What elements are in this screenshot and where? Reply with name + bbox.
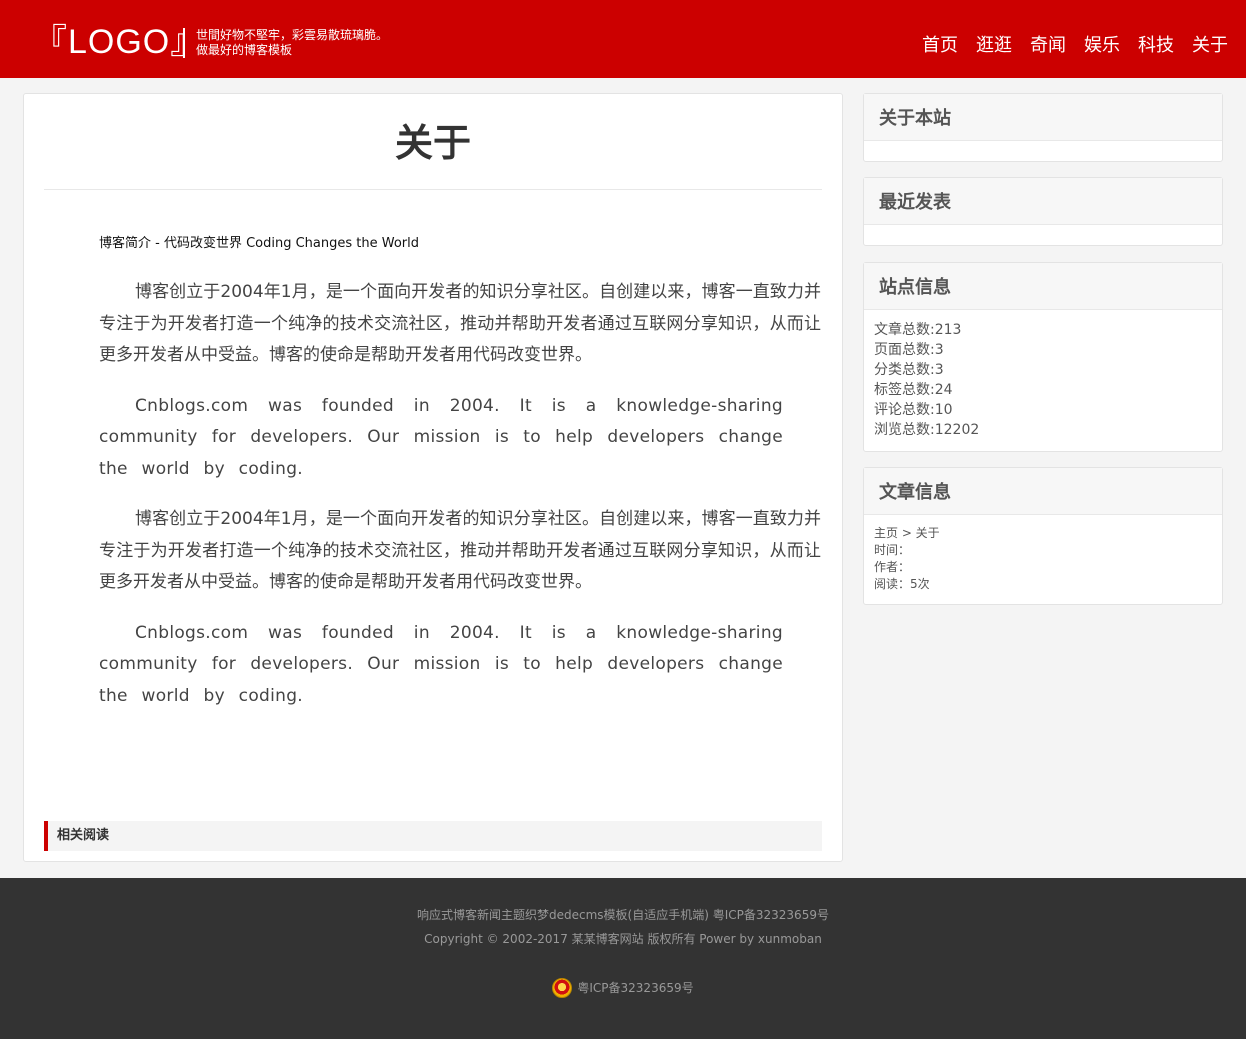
related-reading-heading: 相关阅读 bbox=[44, 821, 822, 851]
article-body: 博客简介 - 代码改变世界 Coding Changes the World 博… bbox=[99, 234, 821, 731]
widget-title: 文章信息 bbox=[864, 468, 1222, 515]
widget-title: 站点信息 bbox=[864, 263, 1222, 310]
nav-item-home[interactable]: 首页 bbox=[922, 34, 958, 58]
stat-tag-count: 标签总数:24 bbox=[874, 382, 953, 398]
site-header: 『LOGO』 世間好物不堅牢，彩雲易散琉璃脆。 做最好的博客模板 首页 逛逛 奇… bbox=[0, 0, 1246, 78]
article-paragraph-en-1: Cnblogs.com was founded in 2004. It is a… bbox=[99, 395, 783, 479]
widget-site-info: 站点信息 文章总数:213 页面总数:3 分类总数:3 标签总数:24 评论总数… bbox=[863, 262, 1223, 452]
main-nav: 首页 逛逛 奇闻 娱乐 科技 关于 bbox=[904, 34, 1228, 58]
widget-recent-posts: 最近发表 bbox=[863, 177, 1223, 246]
footer-icp-text: 粤ICP备32323659号 bbox=[577, 981, 694, 995]
footer-copyright: Copyright © 2002-2017 某某博客网站 版权所有 Power … bbox=[424, 932, 822, 946]
stat-view-count: 浏览总数:12202 bbox=[874, 422, 980, 438]
post-time: 时间： bbox=[874, 543, 911, 557]
widget-about-site: 关于本站 bbox=[863, 93, 1223, 162]
tagline-line-1: 世間好物不堅牢，彩雲易散琉璃脆。 bbox=[196, 28, 389, 42]
breadcrumb[interactable]: 主页 > 关于 bbox=[874, 525, 1222, 542]
nav-item-entertainment[interactable]: 娱乐 bbox=[1084, 34, 1120, 58]
article-paragraph-en-2: Cnblogs.com was founded in 2004. It is a… bbox=[99, 622, 783, 706]
nav-item-tech[interactable]: 科技 bbox=[1138, 34, 1174, 58]
post-read-count: 阅读：5次 bbox=[874, 577, 930, 591]
nav-item-about[interactable]: 关于 bbox=[1192, 34, 1228, 58]
site-tagline: 世間好物不堅牢，彩雲易散琉璃脆。 做最好的博客模板 bbox=[183, 28, 388, 58]
stat-article-count: 文章总数:213 bbox=[874, 322, 962, 338]
site-footer: 响应式博客新闻主题织梦dedecms模板(自适应手机端) 粤ICP备323236… bbox=[0, 878, 1246, 1039]
title-divider bbox=[44, 189, 822, 190]
article-paragraph-zh-1: 博客创立于2004年1月，是一个面向开发者的知识分享社区。自创建以来，博客一直致… bbox=[99, 282, 821, 365]
stat-category-count: 分类总数:3 bbox=[874, 362, 944, 378]
widget-post-info: 文章信息 主页 > 关于 时间： 作者： 阅读：5次 bbox=[863, 467, 1223, 605]
widget-title: 最近发表 bbox=[864, 178, 1222, 225]
police-badge-icon bbox=[552, 978, 573, 998]
site-stats-list: 文章总数:213 页面总数:3 分类总数:3 标签总数:24 评论总数:10 浏… bbox=[864, 310, 1222, 440]
site-logo[interactable]: 『LOGO』 bbox=[33, 20, 205, 64]
article-paragraph-zh-2: 博客创立于2004年1月，是一个面向开发者的知识分享社区。自创建以来，博客一直致… bbox=[99, 509, 821, 592]
widget-title: 关于本站 bbox=[864, 94, 1222, 141]
post-info-list: 主页 > 关于 时间： 作者： 阅读：5次 bbox=[864, 515, 1222, 593]
article-intro: 博客简介 - 代码改变世界 Coding Changes the World bbox=[99, 236, 420, 251]
footer-icp-link[interactable]: 粤ICP备32323659号 bbox=[0, 977, 1246, 999]
article-panel: 关于 博客简介 - 代码改变世界 Coding Changes the Worl… bbox=[23, 93, 843, 862]
nav-item-browse[interactable]: 逛逛 bbox=[976, 34, 1012, 58]
stat-page-count: 页面总数:3 bbox=[874, 342, 944, 358]
page-title: 关于 bbox=[394, 121, 471, 165]
tagline-line-2: 做最好的博客模板 bbox=[196, 43, 293, 57]
stat-comment-count: 评论总数:10 bbox=[874, 402, 953, 418]
nav-item-curiosities[interactable]: 奇闻 bbox=[1030, 34, 1066, 58]
post-author: 作者： bbox=[874, 560, 911, 574]
footer-description: 响应式博客新闻主题织梦dedecms模板(自适应手机端) 粤ICP备323236… bbox=[417, 908, 829, 922]
